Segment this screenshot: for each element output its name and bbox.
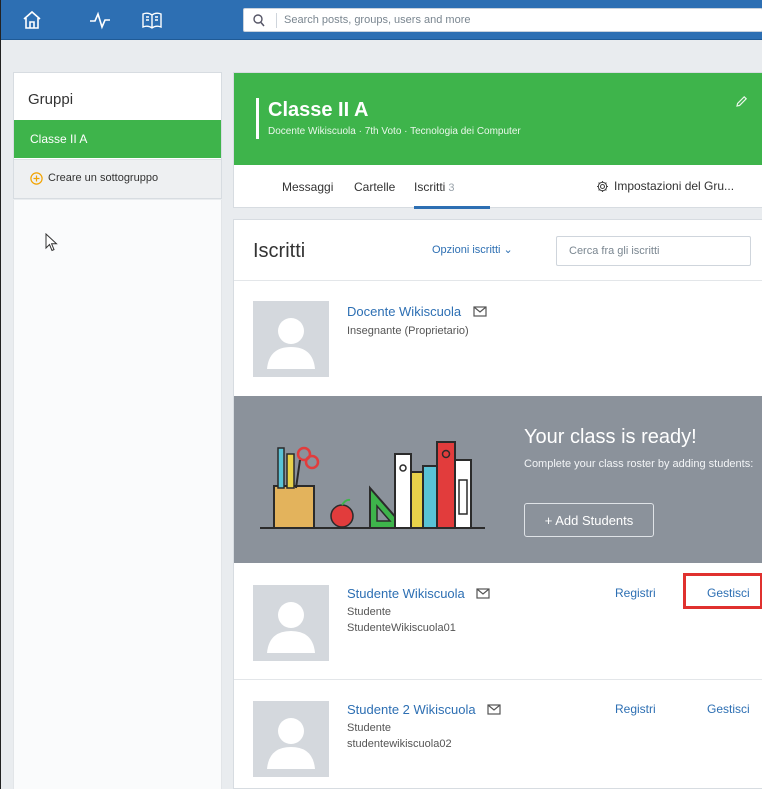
avatar — [253, 585, 329, 661]
member-username: studentewikiscuola02 — [347, 738, 452, 750]
tab-cartelle[interactable]: Cartelle — [354, 180, 395, 194]
search-separator — [276, 13, 277, 28]
create-subgroup-button[interactable]: Creare un sottogruppo — [14, 159, 221, 198]
avatar — [253, 301, 329, 377]
highlight-annotation — [683, 573, 762, 609]
member-role: Studente — [347, 606, 392, 618]
registri-link[interactable]: Registri — [615, 586, 656, 600]
group-title-accent — [256, 98, 259, 139]
create-subgroup-label: Creare un sottogruppo — [48, 172, 159, 184]
member-name-link[interactable]: Docente Wikiscuola — [347, 304, 487, 319]
activity-icon[interactable] — [89, 10, 111, 30]
mouse-cursor-icon — [45, 233, 58, 252]
add-circle-icon — [30, 172, 43, 185]
tab-iscritti-label: Iscritti — [414, 180, 446, 194]
members-search-input[interactable] — [557, 237, 750, 265]
member-row-studente-2: Studente 2 Wikiscuola Studente studentew… — [234, 679, 762, 789]
group-tabs: Messaggi Cartelle Iscritti 3 Impostazioni… — [234, 165, 762, 209]
mail-icon[interactable] — [476, 588, 491, 599]
member-name: Studente Wikiscuola — [347, 586, 465, 601]
sidebar-title: Gruppi — [28, 91, 74, 108]
members-search[interactable] — [556, 236, 751, 266]
sidebar-item-classe-ii-a[interactable]: Classe II A — [14, 120, 221, 158]
pencil-icon[interactable] — [735, 95, 748, 108]
banner-text: Complete your class roster by adding stu… — [524, 458, 754, 470]
registri-link[interactable]: Registri — [615, 702, 656, 716]
member-role: Studente — [347, 722, 392, 734]
banner-title: Your class is ready! — [524, 426, 697, 448]
avatar — [253, 701, 329, 777]
top-navigation-bar — [1, 0, 762, 40]
gestisci-link[interactable]: Gestisci — [707, 702, 750, 716]
members-panel: Iscritti Opzioni iscritti ⌄ Docente Wiki… — [233, 219, 762, 789]
group-title: Classe II A — [268, 99, 369, 121]
tab-iscritti-count: 3 — [448, 182, 455, 194]
member-name-link[interactable]: Studente Wikiscuola — [347, 586, 491, 601]
school-supplies-illustration — [260, 441, 485, 529]
mail-icon[interactable] — [473, 306, 487, 317]
add-students-button[interactable]: + Add Students — [524, 503, 654, 537]
tab-messaggi[interactable]: Messaggi — [282, 180, 333, 194]
member-role: Insegnante (Proprietario) — [347, 325, 469, 337]
search-icon — [253, 14, 265, 27]
member-row-studente: Studente Wikiscuola Studente StudenteWik… — [234, 563, 762, 679]
gear-icon — [597, 181, 608, 192]
sidebar-background — [13, 200, 222, 789]
class-ready-banner: Your class is ready! Complete your class… — [234, 396, 762, 563]
settings-label: Impostazioni del Gru... — [614, 179, 735, 193]
mail-icon[interactable] — [487, 704, 501, 715]
global-search[interactable] — [243, 8, 762, 32]
user-placeholder-icon — [267, 318, 315, 369]
member-row-docente: Docente Wikiscuola Insegnante (Proprieta… — [234, 280, 762, 396]
tab-iscritti[interactable]: Iscritti 3 — [414, 180, 454, 194]
user-placeholder-icon — [267, 602, 315, 653]
group-banner: Classe II A Docente Wikiscuola · 7th Vot… — [234, 73, 762, 165]
user-placeholder-icon — [267, 718, 315, 769]
book-icon[interactable] — [141, 10, 163, 30]
member-username: StudenteWikiscuola01 — [347, 622, 456, 634]
group-subtitle: Docente Wikiscuola · 7th Voto · Tecnolog… — [268, 126, 521, 137]
active-tab-indicator — [414, 206, 490, 209]
member-name: Docente Wikiscuola — [347, 304, 462, 319]
member-name: Studente 2 Wikiscuola — [347, 702, 476, 717]
members-title: Iscritti — [253, 240, 306, 262]
member-name-link[interactable]: Studente 2 Wikiscuola — [347, 702, 501, 717]
groups-sidebar: Gruppi Classe II A Creare un sottogruppo — [13, 72, 222, 199]
search-input[interactable] — [284, 11, 754, 29]
home-icon[interactable] — [21, 10, 43, 30]
group-header: Classe II A Docente Wikiscuola · 7th Vot… — [233, 72, 762, 209]
members-options-dropdown[interactable]: Opzioni iscritti ⌄ — [432, 243, 513, 256]
